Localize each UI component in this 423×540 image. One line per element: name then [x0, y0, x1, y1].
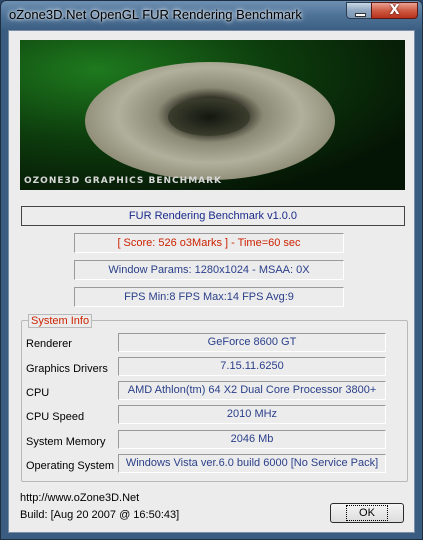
website-link[interactable]: http://www.oZone3D.Net [20, 492, 139, 504]
memory-label: System Memory [26, 436, 106, 448]
system-info-title: System Info [28, 314, 93, 328]
cpu-value: AMD Athlon(tm) 64 X2 Dual Core Processor… [118, 381, 386, 400]
cpu-speed-value: 2010 MHz [118, 405, 386, 424]
build-info: Build: [Aug 20 2007 @ 16:50:43] [20, 509, 180, 521]
window-title: oZone3D.Net OpenGL FUR Rendering Benchma… [9, 7, 302, 22]
fps-field: FPS Min:8 FPS Max:14 FPS Avg:9 [74, 287, 344, 307]
benchmark-window: oZone3D.Net OpenGL FUR Rendering Benchma… [0, 0, 423, 540]
version-label: FUR Rendering Benchmark v1.0.0 [21, 206, 405, 226]
drivers-label: Graphics Drivers [26, 363, 108, 375]
cpu-label: CPU [26, 387, 50, 399]
torus-hole [168, 98, 250, 136]
os-value: Windows Vista ver.6.0 build 6000 [No Ser… [118, 454, 386, 473]
window-params-field: Window Params: 1280x1024 - MSAA: 0X [74, 260, 344, 280]
score-field: [ Score: 526 o3Marks ] - Time=60 sec [74, 233, 344, 253]
minimize-button[interactable] [346, 2, 372, 19]
cpu-speed-label: CPU Speed [26, 411, 85, 423]
minimize-icon [355, 13, 366, 17]
title-bar[interactable]: oZone3D.Net OpenGL FUR Rendering Benchma… [1, 1, 422, 29]
ok-button[interactable]: OK [330, 503, 404, 523]
os-label: Operating System [26, 460, 115, 472]
memory-value: 2046 Mb [118, 430, 386, 449]
fur-render-banner: oZone3D Graphics Benchmark [20, 40, 405, 190]
close-button[interactable]: X [371, 2, 418, 19]
renderer-value: GeForce 8600 GT [118, 333, 386, 352]
renderer-label: Renderer [26, 338, 72, 350]
dialog-client: oZone3D Graphics Benchmark FUR Rendering… [8, 30, 415, 533]
drivers-value: 7.15.11.6250 [118, 357, 386, 376]
ok-label: OK [346, 505, 388, 521]
ozone3d-logo: oZone3D Graphics Benchmark [24, 176, 223, 186]
